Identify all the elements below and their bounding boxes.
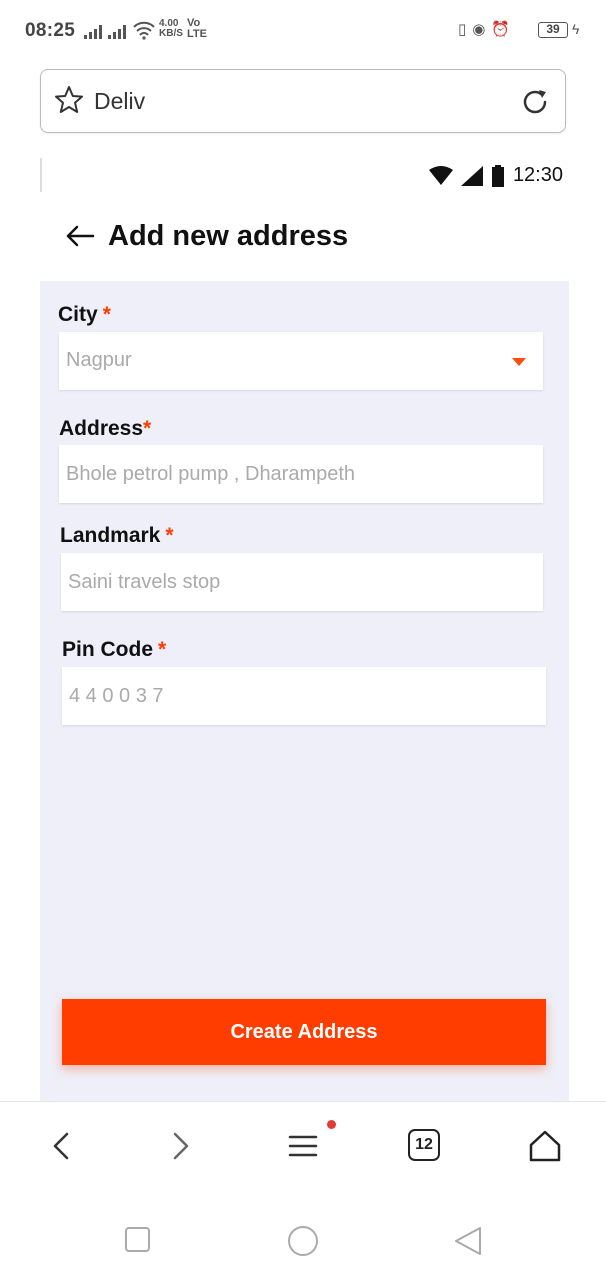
tabs-count-button[interactable]: 12 (408, 1129, 440, 1161)
page-title: Add new address (108, 220, 349, 252)
create-address-button[interactable]: Create Address (62, 999, 546, 1065)
inner-battery-icon (491, 164, 504, 187)
dropdown-caret-icon (512, 358, 526, 366)
url-text[interactable]: Deliv (94, 88, 145, 115)
battery-indicator: 39 (538, 22, 568, 38)
volte-indicator: Vo LTE (187, 18, 207, 40)
recents-square-icon[interactable] (124, 1226, 152, 1254)
address-label-text: Address (59, 417, 144, 440)
browser-home-icon[interactable] (525, 1126, 565, 1166)
city-label: City * (58, 303, 111, 327)
city-label-text: City (58, 303, 98, 326)
lock-icon: ◉ (472, 21, 486, 38)
web-page: 12:30 Add new address City * Nagpur Addre… (40, 158, 569, 1101)
browser-forward-icon[interactable] (160, 1126, 200, 1166)
system-status-bar: 08:25 4.00 KB/S Vo LTE ▯ ◉ ⏰ 39 ϟ (0, 0, 606, 64)
browser-toolbar (0, 1101, 606, 1190)
signal-icon-sim1 (84, 25, 102, 39)
android-nav-bar (0, 1190, 606, 1280)
menu-notification-dot (327, 1120, 336, 1129)
back-arrow-icon[interactable] (64, 220, 96, 252)
pincode-input[interactable] (62, 667, 546, 725)
volte-bottom: LTE (187, 28, 207, 40)
reload-icon[interactable] (519, 86, 551, 118)
network-speed-unit: KB/S (159, 28, 183, 39)
home-circle-icon[interactable] (286, 1224, 320, 1258)
browser-back-icon[interactable] (42, 1126, 82, 1166)
landmark-label-text: Landmark (60, 524, 161, 547)
inner-status-bar: 12:30 (428, 164, 563, 187)
pincode-label-text: Pin Code (62, 638, 154, 661)
browser-menu-icon[interactable] (283, 1126, 323, 1166)
network-speed: 4.00 KB/S (159, 19, 183, 39)
city-required-mark: * (102, 303, 111, 326)
page-header: 12:30 Add new address (40, 158, 569, 281)
landmark-label: Landmark * (60, 524, 174, 548)
charging-icon: ϟ (572, 21, 580, 37)
address-label: Address* (59, 417, 151, 441)
city-dropdown[interactable]: Nagpur (59, 332, 543, 390)
page-edge (40, 158, 42, 192)
signal-icon-sim2 (108, 25, 126, 39)
system-icons: ▯ ◉ ⏰ (458, 20, 510, 38)
address-required-mark: * (143, 417, 152, 440)
landmark-input[interactable] (61, 553, 543, 611)
wifi-icon (133, 21, 155, 40)
inner-wifi-icon (428, 165, 453, 185)
city-dropdown-value: Nagpur (66, 349, 132, 371)
inner-signal-icon (460, 165, 483, 186)
status-time: 08:25 (25, 20, 76, 41)
pincode-required-mark: * (158, 638, 167, 661)
alarm-icon: ⏰ (491, 21, 511, 38)
pincode-label: Pin Code * (62, 638, 166, 662)
landmark-required-mark: * (165, 524, 174, 547)
inner-status-time: 12:30 (512, 164, 563, 186)
back-triangle-icon[interactable] (452, 1225, 484, 1257)
browser-url-bar[interactable]: Deliv (40, 69, 566, 133)
vibrate-icon: ▯ (458, 21, 467, 38)
bookmark-star-icon[interactable] (53, 84, 85, 116)
address-input[interactable] (59, 445, 543, 503)
